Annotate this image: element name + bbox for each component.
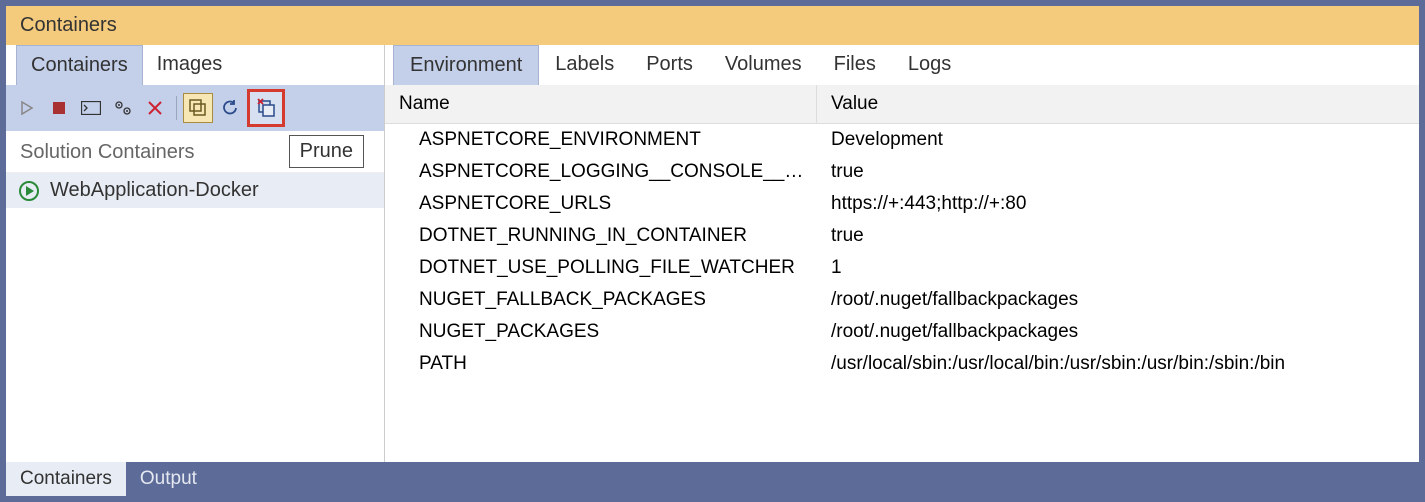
compose-button[interactable] <box>183 93 213 123</box>
bottom-tab-strip: Containers Output <box>6 462 1419 496</box>
prune-tooltip: Prune <box>289 135 364 168</box>
stop-button[interactable] <box>44 93 74 123</box>
delete-button[interactable] <box>140 93 170 123</box>
right-pane: Environment Labels Ports Volumes Files L… <box>385 45 1419 462</box>
env-name: PATH <box>385 348 817 380</box>
bottom-tab-output[interactable]: Output <box>126 462 211 496</box>
table-row[interactable]: NUGET_FALLBACK_PACKAGES/root/.nuget/fall… <box>385 284 1419 316</box>
bottom-tab-containers[interactable]: Containers <box>6 462 126 496</box>
table-row[interactable]: DOTNET_RUNNING_IN_CONTAINERtrue <box>385 220 1419 252</box>
tab-labels[interactable]: Labels <box>539 45 630 85</box>
terminal-icon <box>81 101 101 115</box>
prune-button[interactable] <box>247 89 285 127</box>
toolbar-separator <box>176 96 177 120</box>
tab-images[interactable]: Images <box>143 45 237 85</box>
env-value: Development <box>817 124 1419 156</box>
column-header-name[interactable]: Name <box>385 85 817 123</box>
tab-files[interactable]: Files <box>818 45 892 85</box>
env-value: https://+:443;http://+:80 <box>817 188 1419 220</box>
refresh-button[interactable] <box>215 93 245 123</box>
prune-icon <box>254 96 278 120</box>
container-toolbar <box>6 85 384 131</box>
column-header-value[interactable]: Value <box>817 85 1419 123</box>
table-row[interactable]: PATH/usr/local/sbin:/usr/local/bin:/usr/… <box>385 348 1419 380</box>
env-value: /usr/local/sbin:/usr/local/bin:/usr/sbin… <box>817 348 1419 380</box>
table-row[interactable]: ASPNETCORE_LOGGING__CONSOLE__DISA…true <box>385 156 1419 188</box>
play-icon <box>19 100 35 116</box>
env-name: ASPNETCORE_ENVIRONMENT <box>385 124 817 156</box>
container-item[interactable]: WebApplication-Docker <box>6 173 384 208</box>
table-row[interactable]: ASPNETCORE_ENVIRONMENTDevelopment <box>385 124 1419 156</box>
table-header: Name Value <box>385 85 1419 124</box>
tab-ports[interactable]: Ports <box>630 45 709 85</box>
container-list: WebApplication-Docker <box>6 173 384 462</box>
env-value: 1 <box>817 252 1419 284</box>
env-value: true <box>817 156 1419 188</box>
tab-environment[interactable]: Environment <box>393 45 539 85</box>
env-value: /root/.nuget/fallbackpackages <box>817 316 1419 348</box>
table-row[interactable]: DOTNET_USE_POLLING_FILE_WATCHER1 <box>385 252 1419 284</box>
container-item-label: WebApplication-Docker <box>50 179 259 202</box>
stop-icon <box>52 101 66 115</box>
env-name: DOTNET_USE_POLLING_FILE_WATCHER <box>385 252 817 284</box>
env-value: true <box>817 220 1419 252</box>
running-icon <box>18 180 40 202</box>
env-name: NUGET_PACKAGES <box>385 316 817 348</box>
tab-volumes[interactable]: Volumes <box>709 45 818 85</box>
x-icon <box>146 99 164 117</box>
env-value: /root/.nuget/fallbackpackages <box>817 284 1419 316</box>
table-row[interactable]: NUGET_PACKAGES/root/.nuget/fallbackpacka… <box>385 316 1419 348</box>
table-row[interactable]: ASPNETCORE_URLShttps://+:443;http://+:80 <box>385 188 1419 220</box>
env-name: ASPNETCORE_LOGGING__CONSOLE__DISA… <box>385 156 817 188</box>
env-table-body: ASPNETCORE_ENVIRONMENTDevelopment ASPNET… <box>385 124 1419 462</box>
settings-button[interactable] <box>108 93 138 123</box>
gears-icon <box>113 99 133 117</box>
tab-logs[interactable]: Logs <box>892 45 967 85</box>
window-title: Containers <box>6 6 1419 45</box>
tab-containers[interactable]: Containers <box>16 45 143 85</box>
right-tab-strip: Environment Labels Ports Volumes Files L… <box>385 45 1419 85</box>
start-button[interactable] <box>12 93 42 123</box>
left-tab-strip: Containers Images <box>6 45 384 85</box>
left-pane: Containers Images <box>6 45 385 462</box>
env-name: ASPNETCORE_URLS <box>385 188 817 220</box>
stack-icon <box>188 98 208 118</box>
refresh-icon <box>220 98 240 118</box>
terminal-button[interactable] <box>76 93 106 123</box>
env-name: NUGET_FALLBACK_PACKAGES <box>385 284 817 316</box>
env-name: DOTNET_RUNNING_IN_CONTAINER <box>385 220 817 252</box>
